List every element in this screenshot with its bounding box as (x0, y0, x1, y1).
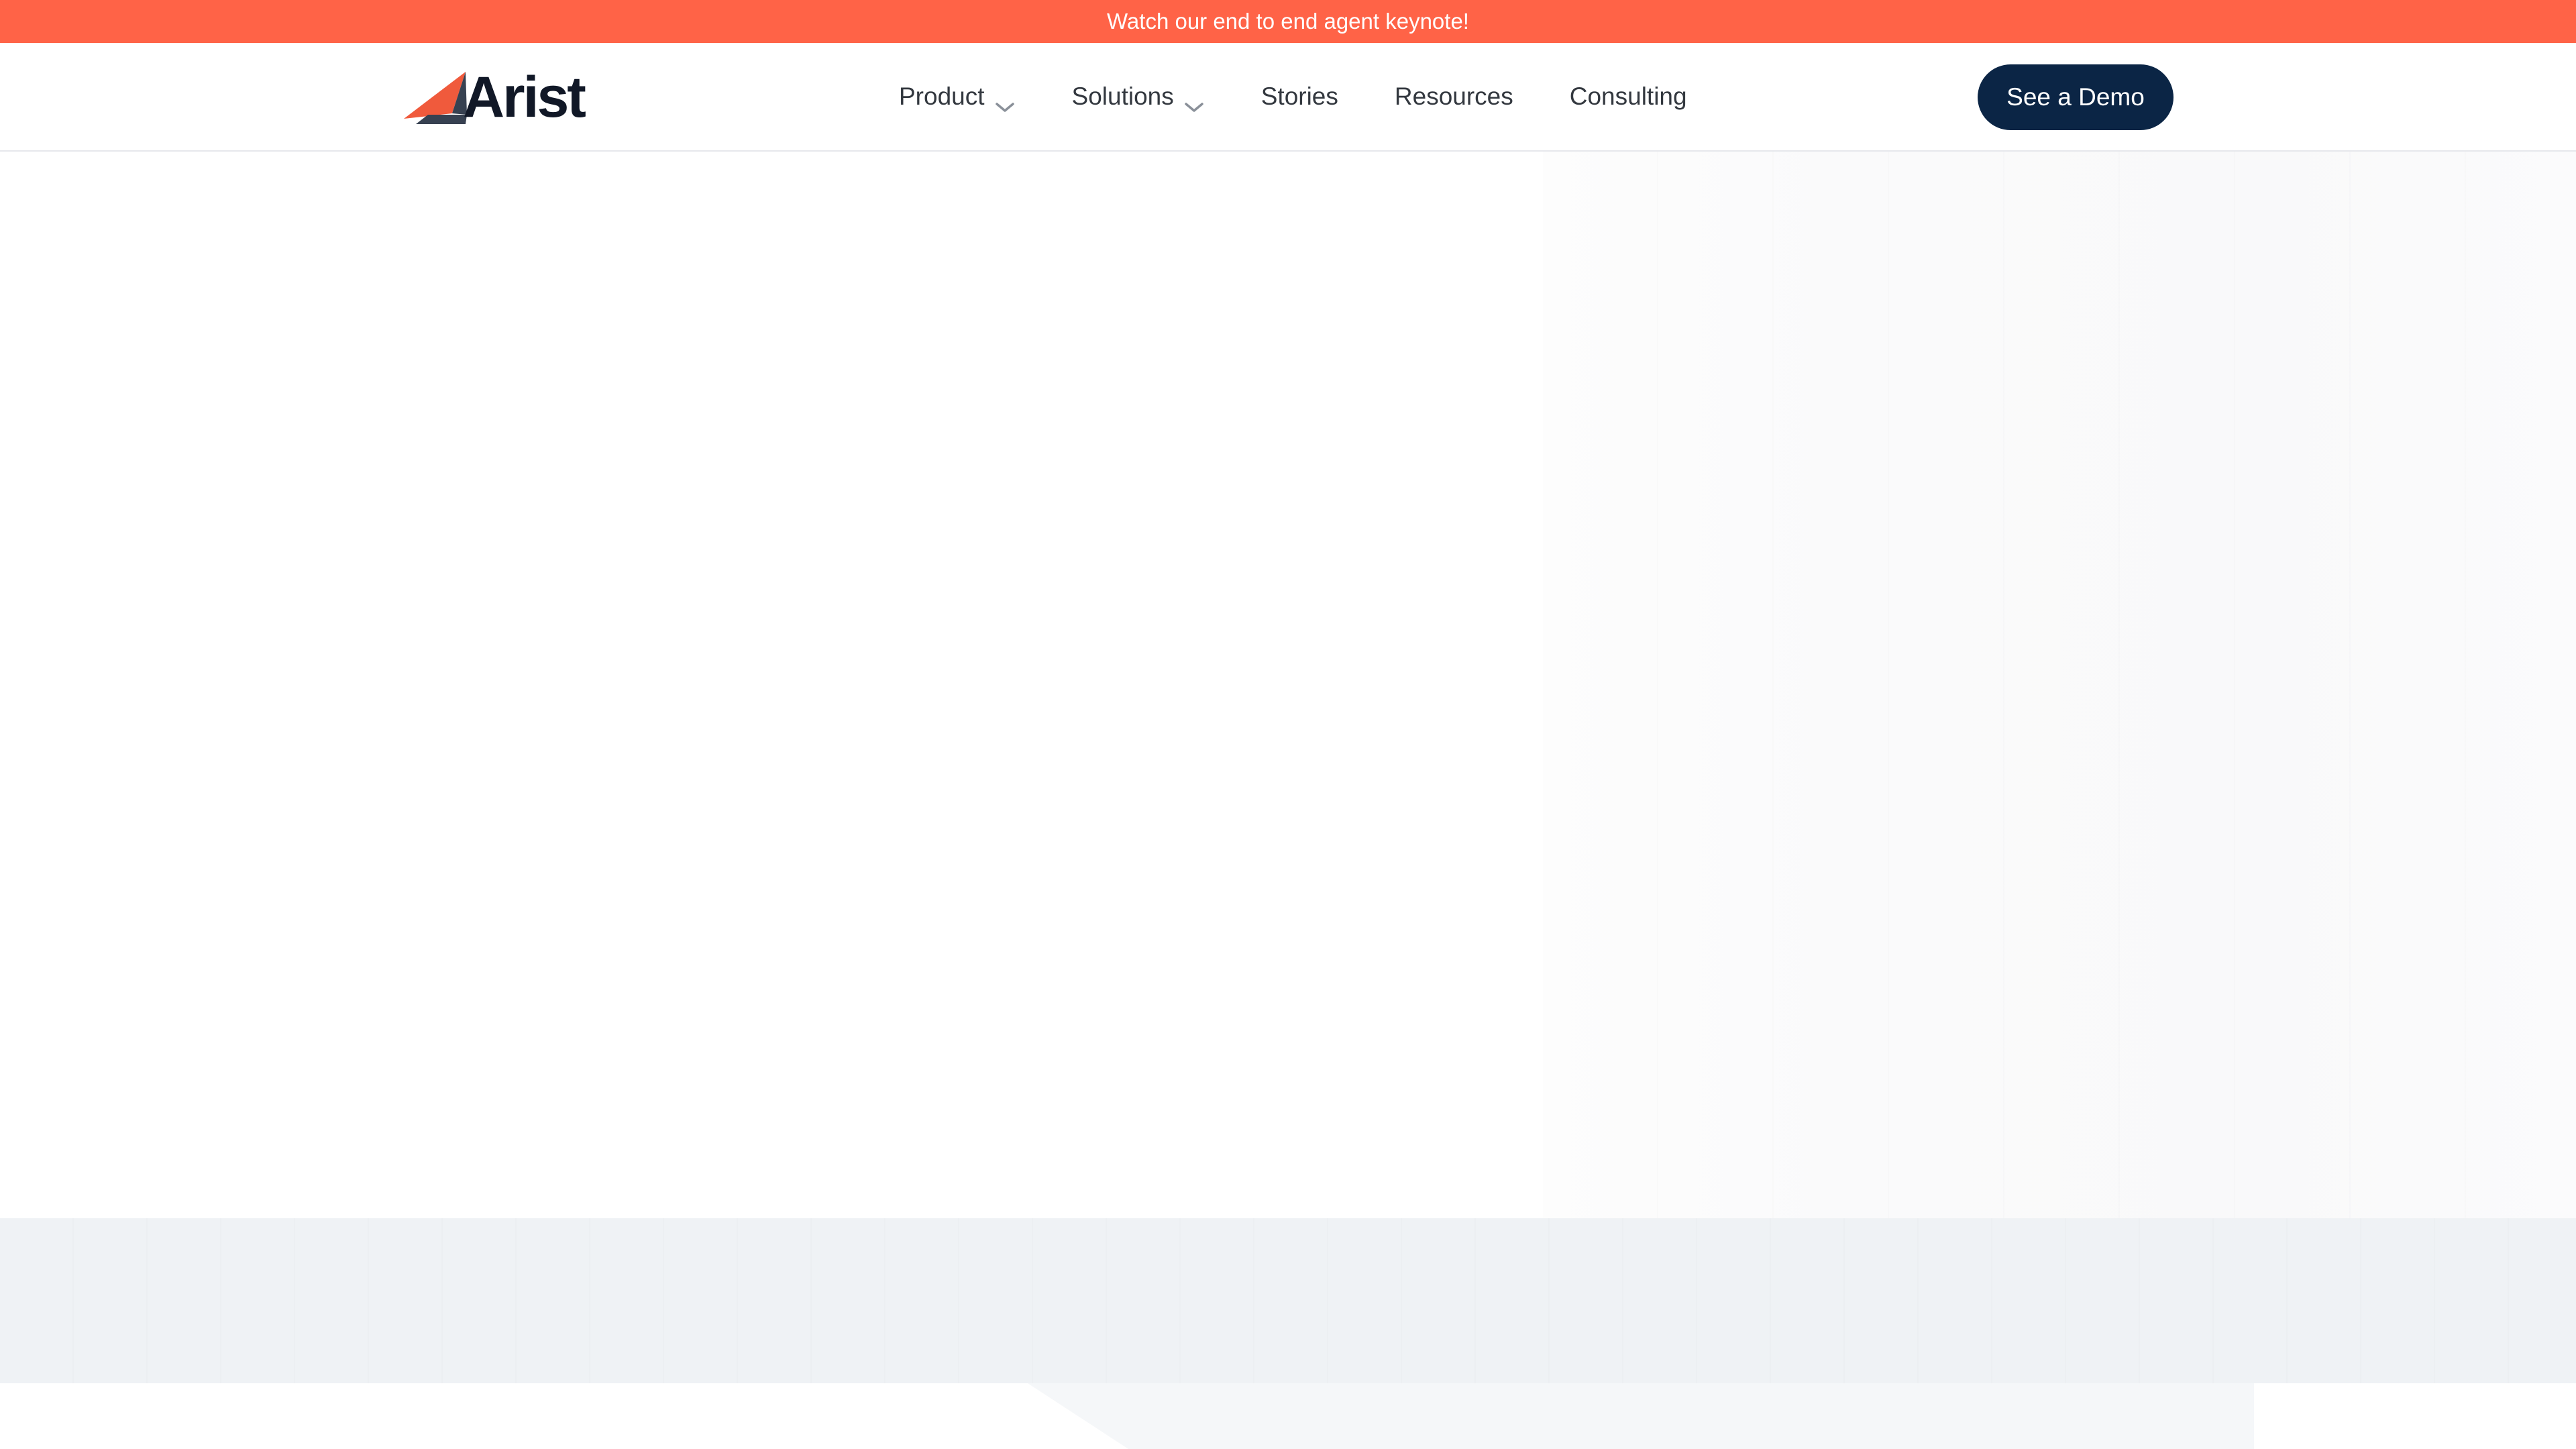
site-header: Arist Product Solutions Stories Resource… (0, 43, 2576, 152)
band-pattern (0, 1218, 2576, 1383)
chevron-down-icon (994, 92, 1016, 112)
nav-item-solutions[interactable]: Solutions (1071, 83, 1205, 112)
nav-item-consulting[interactable]: Consulting (1570, 83, 1687, 111)
nav-item-label: Consulting (1569, 83, 1687, 110)
nav-item-resources[interactable]: Resources (1395, 83, 1513, 111)
nav-item-label: Product (899, 83, 985, 110)
announcement-link[interactable]: Watch our end to end agent keynote! (1107, 9, 1469, 34)
logo-wordmark: Arist (463, 65, 586, 129)
announcement-bar[interactable]: Watch our end to end agent keynote! (0, 0, 2576, 43)
main-nav: Product Solutions Stories Resources Cons… (899, 43, 1687, 150)
hero-grid-pattern (1543, 152, 2576, 1218)
arist-logo-icon (401, 70, 467, 124)
next-section (0, 1383, 2576, 1449)
nav-item-stories[interactable]: Stories (1261, 83, 1338, 111)
chevron-down-icon (1183, 92, 1205, 112)
nav-item-product[interactable]: Product (899, 83, 1016, 112)
hero-background-panel (1543, 152, 2576, 1218)
nav-item-label: Resources (1394, 83, 1513, 110)
hero-section (0, 152, 2576, 1218)
nav-item-label: Solutions (1071, 83, 1174, 110)
section-background-shape (1028, 1383, 2254, 1449)
page: Watch our end to end agent keynote! Aris… (0, 0, 2576, 1449)
logo-band (0, 1218, 2576, 1383)
see-a-demo-button[interactable]: See a Demo (1978, 64, 2174, 130)
logo[interactable]: Arist (401, 65, 586, 129)
nav-item-label: Stories (1260, 83, 1338, 110)
